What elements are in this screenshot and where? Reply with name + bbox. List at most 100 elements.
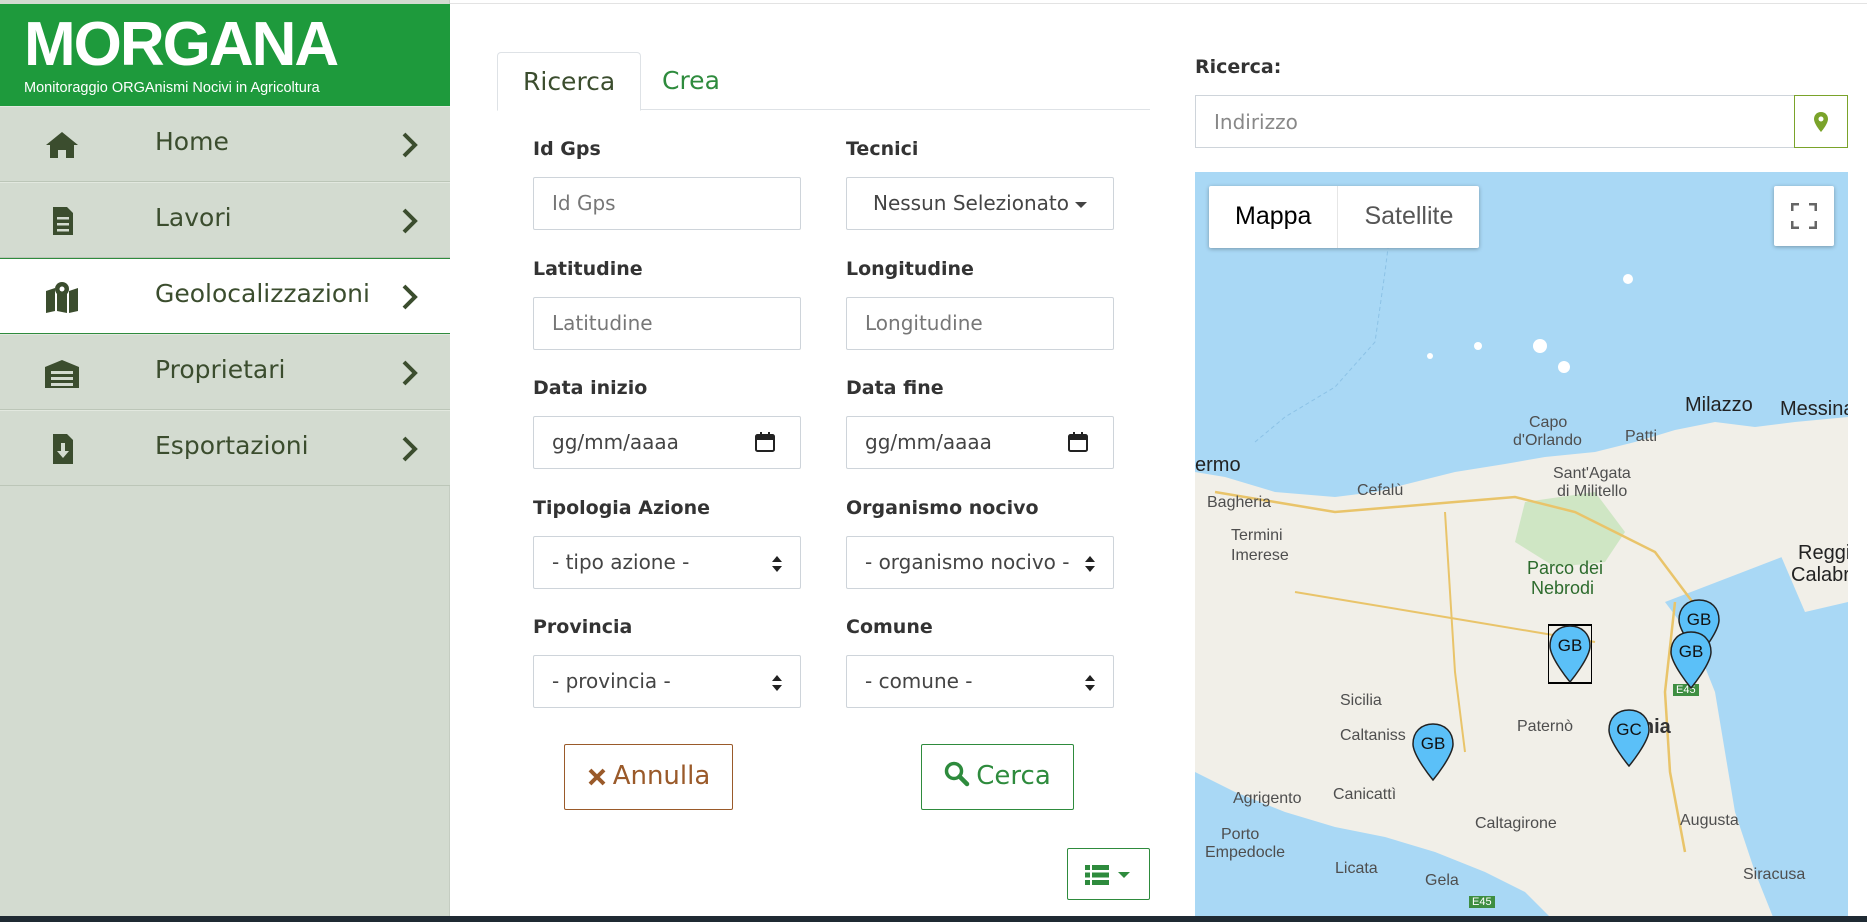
brand-title: MORGANA [24, 10, 339, 79]
home-icon [46, 132, 78, 158]
latitudine-label: Latitudine [533, 258, 643, 280]
map-marker[interactable]: GC [1607, 708, 1651, 768]
marker-label: GB [1686, 610, 1712, 629]
marker-label: GC [1616, 720, 1642, 739]
map-pin-icon [1814, 112, 1828, 132]
comune-label: Comune [846, 616, 933, 638]
list-view-dropdown-button[interactable] [1067, 848, 1150, 900]
list-icon [1085, 865, 1109, 885]
sicily-land [1195, 191, 1848, 922]
caret-down-icon [1075, 202, 1087, 208]
marker-label: GB [1420, 734, 1446, 753]
data-inizio-label: Data inizio [533, 377, 648, 399]
annulla-button[interactable]: Annulla [564, 744, 733, 810]
sidebar-item-label: Proprietari [155, 355, 286, 384]
map-view[interactable]: Mappa Satellite ermo Bagheria Termini Im… [1195, 172, 1848, 922]
map-label: Calabr [1791, 564, 1848, 586]
id-gps-input[interactable]: Id Gps [533, 177, 801, 230]
sidebar: MORGANA Monitoraggio ORGAnismi Nocivi in… [0, 0, 450, 922]
map-label: Parco dei [1527, 558, 1604, 578]
provincia-value: - provincia - [552, 669, 671, 693]
map-label: Sicilia [1340, 692, 1382, 709]
map-label: ermo [1195, 454, 1241, 476]
calendar-icon[interactable] [1067, 431, 1089, 453]
cerca-button[interactable]: Cerca [921, 744, 1074, 810]
longitudine-input[interactable]: Longitudine [846, 297, 1114, 350]
form-tabs: Ricerca Crea [497, 52, 1150, 111]
map-label: Nebrodi [1531, 578, 1595, 598]
map-label: Caltaniss [1340, 727, 1406, 744]
top-divider [450, 3, 1867, 4]
map-label: Bagheria [1207, 494, 1272, 511]
comune-select[interactable]: - comune - [846, 655, 1114, 708]
sidebar-item-label: Lavori [155, 203, 232, 232]
sidebar-item-label: Esportazioni [155, 431, 309, 460]
chevron-right-icon [402, 436, 418, 462]
marker-label: GB [1678, 642, 1704, 661]
data-inizio-placeholder: gg/mm/aaaa [552, 430, 679, 454]
search-icon [945, 761, 970, 787]
map-label: Reggi [1798, 542, 1848, 564]
provincia-select[interactable]: - provincia - [533, 655, 801, 708]
document-icon [53, 207, 73, 235]
latitudine-input[interactable]: Latitudine [533, 297, 801, 350]
map-type-control: Mappa Satellite [1209, 186, 1480, 248]
map-type-satellite-button[interactable]: Satellite [1338, 186, 1479, 248]
sidebar-menu: Home Lavori Geolocalizzazioni Proprietar… [0, 106, 450, 486]
file-download-icon [53, 434, 73, 464]
tab-ricerca[interactable]: Ricerca [497, 52, 642, 111]
data-fine-placeholder: gg/mm/aaaa [865, 430, 992, 454]
cerca-label: Cerca [976, 761, 1051, 791]
map-label: Paternò [1517, 718, 1574, 735]
fullscreen-icon [1791, 203, 1817, 229]
map-label: Imerese [1231, 547, 1289, 564]
tecnici-select[interactable]: Nessun Selezionato [846, 177, 1114, 230]
taskbar-strip [0, 916, 1867, 922]
address-input[interactable]: Indirizzo [1195, 95, 1795, 148]
map-label: Milazzo [1685, 394, 1753, 416]
map-marker-icon [46, 282, 78, 313]
organismo-nocivo-select[interactable]: - organismo nocivo - [846, 536, 1114, 589]
sidebar-item-proprietari[interactable]: Proprietari [0, 334, 450, 410]
data-inizio-input[interactable]: gg/mm/aaaa [533, 416, 801, 469]
provincia-label: Provincia [533, 616, 633, 638]
map-label: Siracusa [1743, 866, 1806, 883]
sidebar-item-esportazioni[interactable]: Esportazioni [0, 410, 450, 486]
id-gps-label: Id Gps [533, 138, 601, 160]
map-label: Licata [1335, 860, 1378, 877]
map-marker[interactable]: GB [1548, 624, 1592, 684]
fullscreen-button[interactable] [1774, 186, 1834, 246]
map-label: Augusta [1680, 812, 1739, 829]
calendar-icon[interactable] [754, 431, 776, 453]
map-label: Sant'Agata [1553, 465, 1631, 482]
chevron-right-icon [402, 132, 418, 158]
close-icon [588, 768, 606, 786]
data-fine-input[interactable]: gg/mm/aaaa [846, 416, 1114, 469]
comune-value: - comune - [865, 669, 973, 693]
map-label: Canicattì [1333, 786, 1397, 803]
sidebar-item-home[interactable]: Home [0, 106, 450, 182]
sort-arrows-icon [772, 556, 782, 572]
sidebar-item-lavori[interactable]: Lavori [0, 182, 450, 258]
sort-arrows-icon [1085, 555, 1095, 573]
road-shield: E45 [1469, 896, 1495, 908]
map-label: Empedocle [1205, 844, 1286, 861]
map-label: Termini [1231, 527, 1283, 544]
map-label: di Militello [1557, 483, 1628, 500]
map-label: Caltagirone [1475, 815, 1557, 832]
brand-header[interactable]: MORGANA Monitoraggio ORGAnismi Nocivi in… [0, 4, 450, 106]
organismo-nocivo-value: - organismo nocivo - [865, 550, 1070, 574]
marker-label: GB [1557, 636, 1583, 655]
caret-down-icon [1118, 872, 1130, 878]
map-marker[interactable]: GB [1411, 722, 1455, 782]
map-marker[interactable]: GB [1669, 630, 1713, 690]
tab-crea[interactable]: Crea [637, 52, 745, 110]
locate-button[interactable] [1794, 95, 1848, 148]
map-label: Messina [1780, 398, 1848, 420]
app-root: MORGANA Monitoraggio ORGAnismi Nocivi in… [0, 0, 1867, 922]
tipologia-azione-select[interactable]: - tipo azione - [533, 536, 801, 589]
map-label: d'Orlando [1513, 432, 1582, 449]
chevron-right-icon [402, 360, 418, 386]
sidebar-item-geolocalizzazioni[interactable]: Geolocalizzazioni [0, 258, 450, 334]
map-type-map-button[interactable]: Mappa [1209, 186, 1339, 248]
